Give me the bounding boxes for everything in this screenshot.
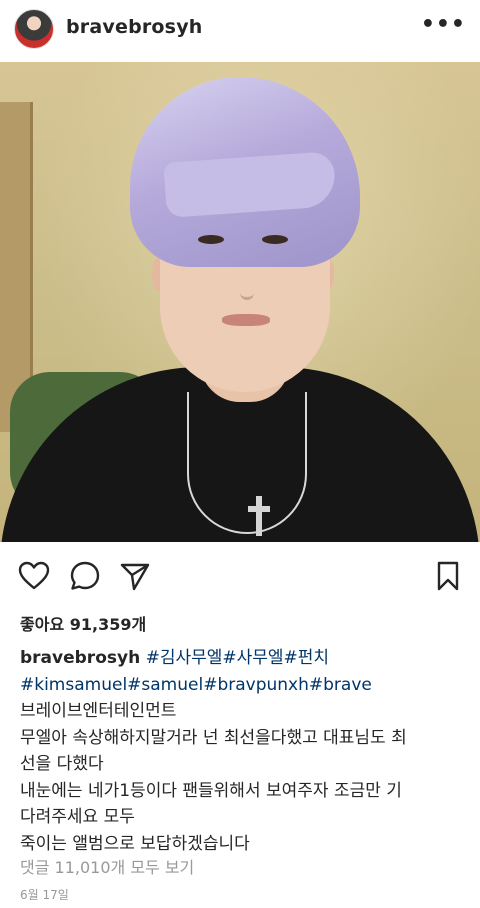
caption-line-7: 다려주세요 모두 [20, 807, 135, 827]
paper-plane-icon[interactable] [119, 560, 151, 592]
action-bar [0, 550, 480, 598]
caption-line-5: 선을 다했다 [20, 754, 104, 774]
likes-count[interactable]: 좋아요 91,359개 [20, 611, 146, 635]
comment-bubble-icon[interactable] [69, 560, 101, 592]
caption-line-1: bravebrosyh #김사무엘#사무엘#펀치 [20, 645, 465, 672]
post-caption: bravebrosyh #김사무엘#사무엘#펀치 #kimsamuel#samu… [20, 645, 465, 857]
view-all-comments-link[interactable]: 댓글 11,010개 모두 보기 [20, 854, 194, 878]
post-header: bravebrosyh ••• [0, 0, 480, 60]
photo-mouth [222, 314, 270, 326]
caption-username[interactable]: bravebrosyh [20, 648, 140, 668]
caption-line-3: 브레이브엔터테인먼트 [20, 701, 177, 721]
bookmark-icon[interactable] [432, 560, 464, 592]
header-username[interactable]: bravebrosyh [66, 16, 203, 38]
avatar[interactable] [14, 9, 54, 49]
photo-eye-left [198, 235, 224, 244]
photo-cross-pendant [256, 496, 262, 536]
caption-line-4: 무엘아 속상해하지말거라 넌 최선을다했고 대표님도 최 [20, 727, 407, 748]
caption-line-6: 내눈에는 네가1등이다 팬들위해서 보여주자 조금만 기 [20, 780, 402, 801]
photo-eye-right [262, 235, 288, 244]
caption-hashtags-korean[interactable]: #김사무엘#사무엘#펀치 [146, 648, 330, 668]
photo-necklace-chain [187, 392, 307, 534]
caption-hashtags-english[interactable]: #kimsamuel#samuel#bravpunxh#brave [20, 672, 465, 699]
post-date: 6월 17일 [20, 888, 69, 902]
photo-cross-pendant-bar [248, 506, 270, 512]
photo-nose [240, 257, 254, 300]
post-photo[interactable] [0, 62, 480, 542]
more-dots-icon[interactable]: ••• [421, 14, 466, 36]
heart-icon[interactable] [18, 560, 50, 592]
